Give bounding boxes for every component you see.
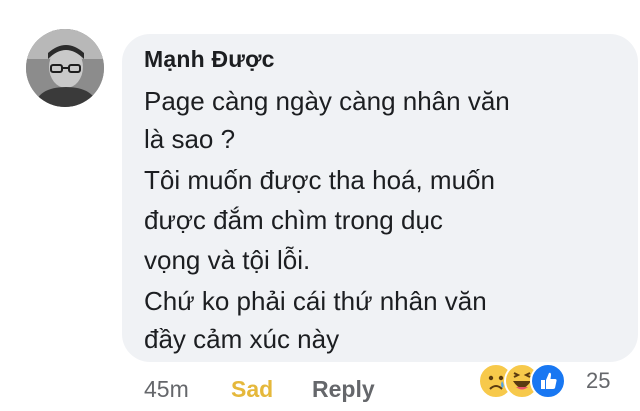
comment-timestamp[interactable]: 45m <box>144 376 189 403</box>
reaction-count: 25 <box>586 368 611 393</box>
comment-text-line: đầy cảm xúc này <box>144 324 340 354</box>
reaction-summary[interactable]: 25 <box>478 363 618 399</box>
comment-text-line: vọng và tội lỗi. <box>144 245 311 275</box>
comment-text-line: Page càng ngày càng nhân văn <box>144 86 510 116</box>
comment-text-line: Chứ ko phải cái thứ nhân văn <box>144 286 487 316</box>
comment-text-line: là sao ? <box>144 124 236 154</box>
comment-text-line: được đắm chìm trong dục <box>144 205 443 235</box>
reply-button[interactable]: Reply <box>312 376 375 403</box>
react-sad-button[interactable]: Sad <box>231 376 273 403</box>
like-icon <box>530 363 566 399</box>
comment-author[interactable]: Mạnh Được <box>144 46 275 73</box>
comment-text-line: Tôi muốn được tha hoá, muốn <box>144 165 495 195</box>
avatar[interactable] <box>26 29 104 107</box>
avatar-photo <box>26 29 104 107</box>
